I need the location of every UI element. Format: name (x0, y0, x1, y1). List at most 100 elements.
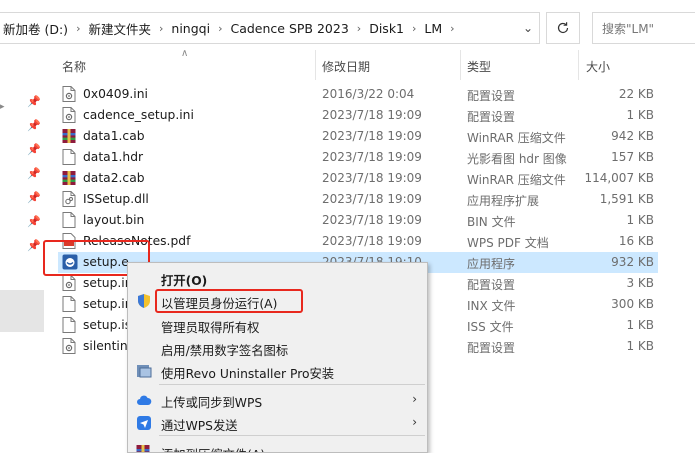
file-size: 1 KB (626, 318, 654, 332)
revo-uninstaller-icon (136, 363, 152, 379)
dll-file-icon (62, 191, 76, 207)
menu-item[interactable]: 使用Revo Uninstaller Pro安装 (128, 360, 427, 382)
file-type: 光影看图 hdr 图像 (467, 152, 567, 166)
nav-expand-icon[interactable]: ▸ (0, 102, 5, 112)
search-placeholder: 搜索"LM" (602, 21, 655, 36)
file-row[interactable]: data1.cab 2023/7/18 19:09 WinRAR 压缩文件 942 K… (58, 126, 658, 147)
refresh-icon (557, 22, 569, 34)
file-name: cadence_setup.ini (83, 108, 194, 122)
file-size: 300 KB (611, 297, 654, 311)
winrar-icon (62, 170, 76, 186)
file-date: 2023/7/18 19:09 (322, 108, 422, 122)
file-date: 2023/7/18 19:09 (322, 129, 422, 143)
chevron-down-icon[interactable]: ⌄ (523, 21, 533, 35)
file-name: data1.hdr (83, 150, 144, 164)
column-divider[interactable] (460, 50, 461, 80)
file-row[interactable]: cadence_setup.ini 2023/7/18 19:09 配置设置 1 KB (58, 105, 658, 126)
file-size: 1 KB (626, 339, 654, 353)
file-type: INX 文件 (467, 299, 516, 313)
chevron-right-icon: › (412, 415, 417, 429)
chevron-right-icon: › (412, 392, 417, 406)
file-size: 1,591 KB (599, 192, 654, 206)
breadcrumb-separator-icon: › (356, 21, 362, 35)
winrar-icon (136, 444, 152, 452)
file-date: 2023/7/18 19:09 (322, 192, 422, 206)
pin-icon: 📌 (27, 191, 41, 204)
menu-item[interactable]: 启用/禁用数字签名图标 (128, 337, 427, 359)
menu-item[interactable]: 管理员取得所有权 (128, 314, 427, 336)
search-input[interactable]: 搜索"LM" (592, 12, 695, 44)
file-type: 配置设置 (467, 278, 516, 292)
file-type: 配置设置 (467, 89, 516, 103)
file-type: 应用程序扩展 (467, 194, 540, 208)
file-name: setup.in (83, 297, 133, 311)
file-row[interactable]: layout.bin 2023/7/18 19:09 BIN 文件 1 KB (58, 210, 658, 231)
menu-separator (159, 384, 425, 385)
file-name: 0x0409.ini (83, 87, 148, 101)
breadcrumb-separator-icon: › (76, 21, 81, 35)
menu-separator (159, 435, 425, 436)
refresh-button[interactable] (546, 12, 580, 44)
menu-item[interactable]: 打开(O) (128, 267, 427, 289)
file-size: 157 KB (611, 150, 654, 164)
file-type: WinRAR 压缩文件 (467, 131, 566, 145)
menu-item[interactable]: 添加到压缩文件(A)... (128, 441, 427, 452)
breadcrumb-separator-icon: › (450, 21, 455, 35)
column-divider[interactable] (578, 50, 579, 80)
column-header-type[interactable]: 类型 (467, 58, 491, 75)
file-size: 942 KB (611, 129, 654, 143)
file-row[interactable]: 0x0409.ini 2016/3/22 0:04 配置设置 22 KB (58, 84, 658, 105)
column-header-name[interactable]: 名称 (62, 58, 86, 75)
blank-file-icon (62, 317, 76, 333)
file-date: 2023/7/18 19:09 (322, 171, 422, 185)
address-toolbar: 新加卷 (D:) › 新建文件夹 › ningqi › Cadence SPB … (0, 0, 695, 50)
navigation-pane: ▸ 📌 📌 📌 📌 📌 📌 📌 (0, 50, 46, 453)
pin-icon: 📌 (27, 143, 41, 156)
blank-file-icon (62, 212, 76, 228)
column-divider[interactable] (315, 50, 316, 80)
address-bar[interactable]: 新加卷 (D:) › 新建文件夹 › ningqi › Cadence SPB … (0, 12, 540, 44)
pin-icon: 📌 (27, 239, 41, 252)
pin-icon: 📌 (27, 95, 41, 108)
breadcrumb-separator-icon: › (159, 21, 164, 35)
file-size: 1 KB (626, 108, 654, 122)
file-date: 2023/7/18 19:09 (322, 234, 422, 248)
breadcrumb-separator-icon: › (218, 21, 223, 35)
uac-shield-icon (136, 293, 152, 309)
column-header-date[interactable]: 修改日期 (322, 58, 370, 75)
file-size: 932 KB (611, 255, 654, 269)
nav-item-selected[interactable] (0, 290, 44, 332)
file-type: 应用程序 (467, 257, 516, 271)
pin-icon: 📌 (27, 167, 41, 180)
file-type: WPS PDF 文档 (467, 236, 549, 250)
winrar-icon (62, 128, 76, 144)
file-type: 配置设置 (467, 110, 516, 124)
highlight-box-menu-item (155, 289, 303, 313)
menu-item-label: 添加到压缩文件(A)... (161, 445, 277, 452)
column-header-size[interactable]: 大小 (586, 58, 610, 75)
file-size: 114,007 KB (584, 171, 654, 185)
file-date: 2023/7/18 19:09 (322, 213, 422, 227)
breadcrumb-folder-ningqi[interactable]: ningqi (167, 21, 214, 36)
menu-item[interactable]: 上传或同步到WPS › (128, 389, 427, 411)
breadcrumb-folder-new[interactable]: 新建文件夹 (84, 19, 155, 38)
breadcrumb-folder-lm[interactable]: LM (420, 21, 446, 36)
file-name: layout.bin (83, 213, 145, 227)
file-type: BIN 文件 (467, 215, 516, 229)
file-row[interactable]: ISSetup.dll 2023/7/18 19:09 应用程序扩展 1,591 KB (58, 189, 658, 210)
breadcrumb-folder-disk1[interactable]: Disk1 (365, 21, 408, 36)
file-type: ISS 文件 (467, 320, 514, 334)
file-row[interactable]: data1.hdr 2023/7/18 19:09 光影看图 hdr 图像 157 K… (58, 147, 658, 168)
menu-item-label: 打开(O) (161, 274, 208, 288)
breadcrumb-drive[interactable]: 新加卷 (D:) (0, 19, 72, 38)
menu-item[interactable]: 通过WPS发送 › (128, 412, 427, 434)
file-name: data2.cab (83, 171, 145, 185)
file-size: 16 KB (618, 234, 654, 248)
file-size: 3 KB (626, 276, 654, 290)
file-row[interactable]: data2.cab 2023/7/18 19:09 WinRAR 压缩文件 114,0… (58, 168, 658, 189)
breadcrumb-folder-cadence[interactable]: Cadence SPB 2023 (226, 21, 352, 36)
file-date: 2023/7/18 19:09 (322, 150, 422, 164)
pin-icon: 📌 (27, 215, 41, 228)
menu-item-label: 通过WPS发送 (161, 419, 238, 433)
column-headers: ∧ 名称 修改日期 类型 大小 (46, 48, 695, 80)
